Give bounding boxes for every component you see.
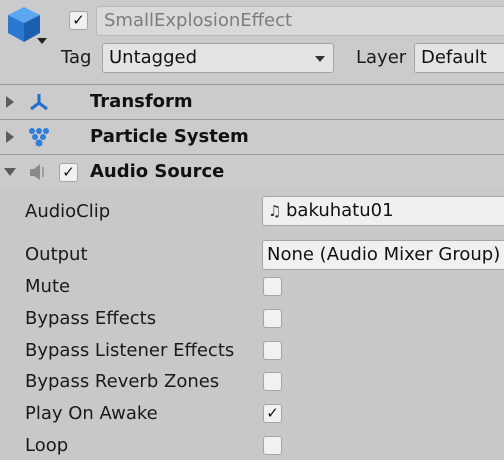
bypass-reverb-zones-checkbox[interactable] (263, 372, 282, 391)
audioclip-value: bakuhatu01 (286, 200, 394, 221)
component-header-particle-system[interactable]: Particle System (0, 119, 504, 154)
particle-system-icon (29, 128, 49, 147)
layer-dropdown[interactable]: Default (414, 43, 504, 73)
checkmark-icon: ✓ (62, 163, 75, 181)
mute-checkbox[interactable] (263, 277, 282, 296)
audioclip-field[interactable]: ♫ bakuhatu01 (262, 196, 504, 226)
bypass-listener-effects-label: Bypass Listener Effects (25, 340, 235, 361)
active-checkbox[interactable]: ✓ (69, 11, 88, 30)
dropdown-arrow-icon (315, 56, 325, 62)
object-header: ✓ SmallExplosionEffect Tag Untagged Laye… (0, 0, 504, 84)
chevron-down-icon[interactable] (36, 36, 48, 46)
play-on-awake-checkbox[interactable]: ✓ (263, 404, 282, 423)
audioclip-label: AudioClip (25, 201, 111, 222)
output-field[interactable]: None (Audio Mixer Group) (262, 240, 504, 270)
component-header-transform[interactable]: Transform (0, 84, 504, 119)
component-title: Audio Source (90, 161, 225, 182)
component-title: Transform (90, 91, 193, 112)
checkmark-icon: ✓ (72, 11, 85, 29)
loop-label: Loop (25, 435, 69, 456)
tag-label: Tag (61, 47, 92, 68)
bypass-effects-checkbox[interactable] (263, 309, 282, 328)
component-title: Particle System (90, 126, 249, 147)
loop-checkbox[interactable] (263, 436, 282, 455)
foldout-arrow-icon[interactable] (6, 96, 14, 108)
foldout-arrow-icon[interactable] (4, 168, 16, 176)
bypass-listener-effects-checkbox[interactable] (263, 341, 282, 360)
layer-value: Default (421, 47, 487, 68)
tag-dropdown[interactable]: Untagged (102, 43, 334, 73)
object-name-field[interactable]: SmallExplosionEffect (96, 6, 504, 36)
speaker-icon (30, 164, 44, 180)
checkmark-icon: ✓ (266, 404, 279, 422)
mute-label: Mute (25, 276, 71, 297)
audio-source-enabled-checkbox[interactable]: ✓ (59, 163, 78, 182)
bypass-effects-label: Bypass Effects (25, 308, 157, 329)
bypass-reverb-zones-label: Bypass Reverb Zones (25, 371, 220, 392)
play-on-awake-label: Play On Awake (25, 403, 158, 424)
output-value: None (Audio Mixer Group) (267, 244, 501, 265)
component-header-audio-source[interactable]: ✓ Audio Source (0, 154, 504, 189)
output-label: Output (25, 244, 88, 265)
layer-label: Layer (356, 47, 407, 68)
transform-icon (30, 94, 48, 111)
tag-value: Untagged (109, 47, 198, 68)
music-note-icon: ♫ (268, 202, 282, 220)
foldout-arrow-icon[interactable] (6, 131, 14, 143)
